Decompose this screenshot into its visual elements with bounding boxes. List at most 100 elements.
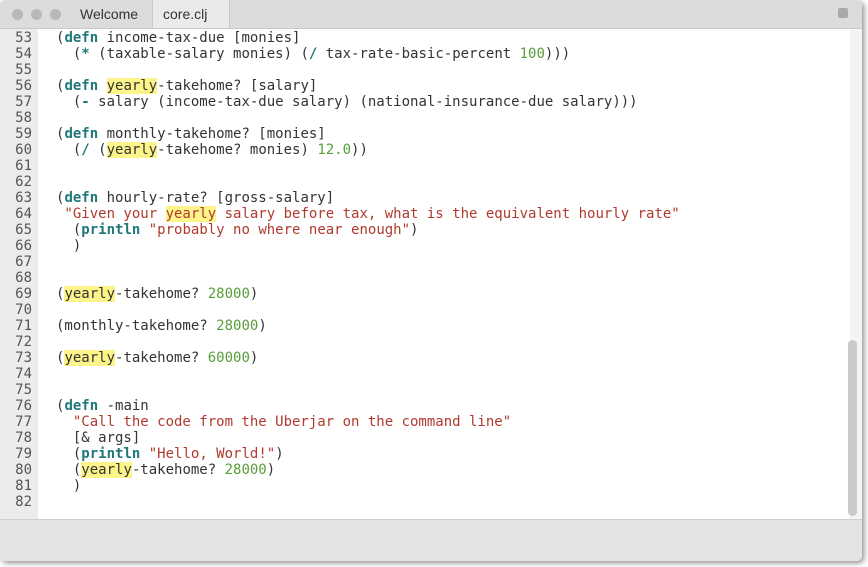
code-token: 60000 xyxy=(207,350,250,366)
code-token: (monthly-takehome? xyxy=(56,318,217,334)
code-line[interactable]: (println "Hello, World!") xyxy=(56,446,284,462)
code-token: tax-rate-basic-percent xyxy=(317,46,520,62)
fullscreen-icon[interactable] xyxy=(838,8,848,18)
minimize-window-icon[interactable] xyxy=(31,9,42,20)
line-number: 53 xyxy=(15,30,32,46)
code-token: income-tax-due [monies] xyxy=(98,30,301,46)
zoom-window-icon[interactable] xyxy=(50,9,61,20)
code-token: / xyxy=(81,142,90,158)
code-token: ( xyxy=(89,142,107,158)
code-token: -main xyxy=(98,398,149,414)
code-token: yearly xyxy=(165,206,217,222)
line-number: 66 xyxy=(15,238,32,254)
code-token: hourly-rate? [gross-salary] xyxy=(98,190,335,206)
line-number: 55 xyxy=(15,62,32,78)
code-token: -takehome? [salary] xyxy=(157,78,318,94)
code-token: salary (income-tax-due salary) (national… xyxy=(89,94,638,110)
code-line[interactable]: (defn yearly-takehome? [salary] xyxy=(56,78,317,94)
line-number: 56 xyxy=(15,78,32,94)
code-line[interactable]: [& args] xyxy=(56,430,140,446)
code-line[interactable]: (yearly-takehome? 28000) xyxy=(56,462,275,478)
code-token: ) xyxy=(410,222,419,238)
code-line[interactable]: (defn monthly-takehome? [monies] xyxy=(56,126,326,142)
line-number: 67 xyxy=(15,254,32,270)
code-token: yearly xyxy=(106,78,158,94)
status-bar xyxy=(0,519,862,561)
code-editor[interactable]: (defn income-tax-due [monies] (* (taxabl… xyxy=(38,29,850,519)
line-number: 77 xyxy=(15,414,32,430)
code-token: * xyxy=(81,46,90,62)
code-token: ) xyxy=(56,478,82,494)
code-line[interactable]: (defn -main xyxy=(56,398,149,414)
code-token: ))) xyxy=(544,46,571,62)
code-token: -takehome? xyxy=(115,286,208,302)
code-line[interactable]: (println "probably no where near enough"… xyxy=(56,222,419,238)
scrollbar-thumb[interactable] xyxy=(848,340,857,516)
title-bar: Welcome core.clj xyxy=(0,0,862,29)
code-line[interactable]: ) xyxy=(56,238,81,254)
line-number: 69 xyxy=(15,286,32,302)
line-number: 81 xyxy=(15,478,32,494)
code-token: ( xyxy=(56,446,82,462)
tab-welcome[interactable]: Welcome xyxy=(70,0,160,28)
line-number: 65 xyxy=(15,222,32,238)
code-token: monthly-takehome? [monies] xyxy=(98,126,326,142)
code-token: )) xyxy=(351,142,368,158)
code-token: "Given your xyxy=(56,206,166,222)
code-token: ( xyxy=(56,462,82,478)
code-line[interactable]: (/ (yearly-takehome? monies) 12.0)) xyxy=(56,142,368,158)
code-token: yearly xyxy=(81,462,132,478)
code-token: ) xyxy=(266,462,276,478)
code-token: -takehome? monies) xyxy=(157,142,318,158)
line-number: 80 xyxy=(15,462,32,478)
line-number: 76 xyxy=(15,398,32,414)
line-number: 75 xyxy=(15,382,32,398)
line-number: 54 xyxy=(15,46,32,62)
code-token: yearly xyxy=(64,350,116,366)
code-token: ( xyxy=(56,46,82,62)
code-token: ) xyxy=(249,286,259,302)
code-line[interactable]: "Call the code from the Uberjar on the c… xyxy=(56,414,511,430)
code-token: 28000 xyxy=(224,462,267,478)
code-token: "probably no where near enough" xyxy=(148,222,411,238)
code-line[interactable]: (defn hourly-rate? [gross-salary] xyxy=(56,190,334,206)
code-token: ( xyxy=(56,142,82,158)
code-token: 28000 xyxy=(207,286,250,302)
line-number: 78 xyxy=(15,430,32,446)
code-token: (taxable-salary monies) ( xyxy=(89,46,309,62)
code-token: ( xyxy=(56,222,82,238)
line-number: 63 xyxy=(15,190,32,206)
code-token: "Hello, World!" xyxy=(148,446,276,462)
line-number: 57 xyxy=(15,94,32,110)
code-line[interactable]: (* (taxable-salary monies) (/ tax-rate-b… xyxy=(56,46,570,62)
line-number: 70 xyxy=(15,302,32,318)
code-token: println xyxy=(81,222,141,238)
line-number: 82 xyxy=(15,494,32,510)
code-token: defn xyxy=(64,78,99,94)
code-line[interactable]: (yearly-takehome? 60000) xyxy=(56,350,258,366)
code-token: yearly xyxy=(64,286,116,302)
code-line[interactable]: "Given your yearly salary before tax, wh… xyxy=(56,206,680,222)
line-number: 72 xyxy=(15,334,32,350)
code-token: defn xyxy=(64,30,99,46)
line-number: 73 xyxy=(15,350,32,366)
line-number: 68 xyxy=(15,270,32,286)
code-line[interactable]: (monthly-takehome? 28000) xyxy=(56,318,267,334)
code-line[interactable]: (- salary (income-tax-due salary) (natio… xyxy=(56,94,638,110)
code-line[interactable]: (defn income-tax-due [monies] xyxy=(56,30,300,46)
line-number: 74 xyxy=(15,366,32,382)
tab-core-clj[interactable]: core.clj xyxy=(152,0,230,28)
code-line[interactable]: ) xyxy=(56,478,81,494)
line-number: 61 xyxy=(15,158,32,174)
code-token: -takehome? xyxy=(115,350,208,366)
code-token: ( xyxy=(56,94,82,110)
line-number: 58 xyxy=(15,110,32,126)
code-token: salary before tax, what is the equivalen… xyxy=(216,206,680,222)
code-line[interactable]: (yearly-takehome? 28000) xyxy=(56,286,258,302)
close-window-icon[interactable] xyxy=(12,9,23,20)
code-token: defn xyxy=(64,398,99,414)
code-token: [& args] xyxy=(56,430,141,446)
